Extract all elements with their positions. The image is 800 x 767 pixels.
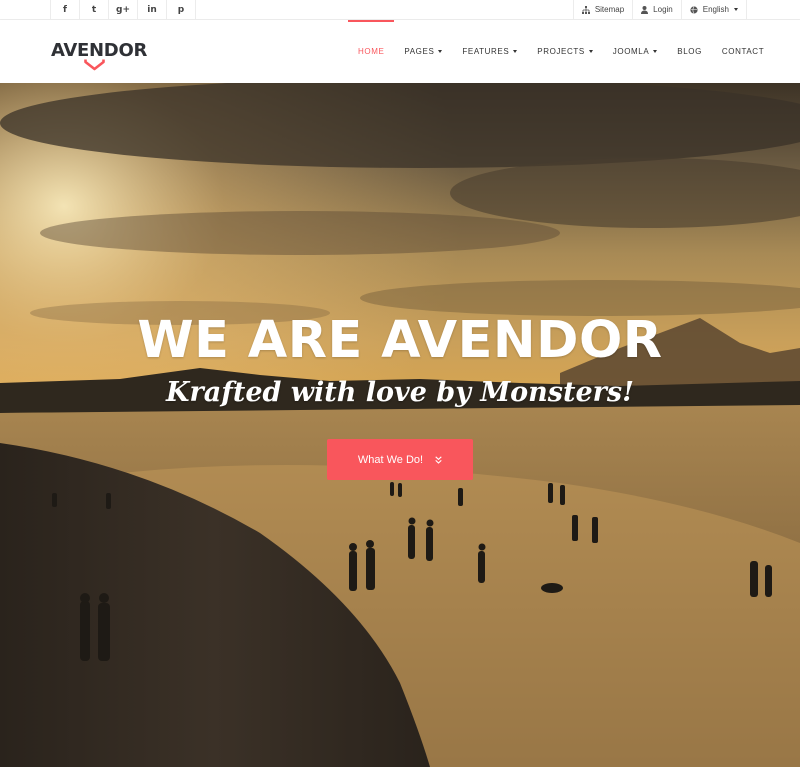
twitter-icon[interactable]: t <box>79 0 108 19</box>
user-icon <box>641 5 649 14</box>
nav-label: HOME <box>358 47 385 56</box>
nav-item-contact[interactable]: CONTACT <box>712 20 774 83</box>
utility-links: Sitemap Login English <box>572 0 747 19</box>
chevron-down-icon <box>734 8 738 11</box>
main-header: AVENDOR HOME PAGES FEATURES PROJECTS JOO… <box>0 20 800 83</box>
double-chevron-down-icon <box>435 455 442 464</box>
sitemap-label: Sitemap <box>594 5 625 14</box>
nav-label: CONTACT <box>721 47 765 56</box>
cta-label: What We Do! <box>357 453 424 466</box>
facebook-icon[interactable]: f <box>50 0 79 19</box>
nav-item-blog[interactable]: BLOG <box>667 20 712 83</box>
nav-label: BLOG <box>677 47 702 56</box>
pinterest-icon[interactable]: p <box>166 0 196 19</box>
hero-section: WE ARE AVENDOR Krafted with love by Mons… <box>0 83 800 767</box>
nav-label: FEATURES <box>462 47 510 56</box>
chevron-down-icon <box>513 50 518 53</box>
language-label: English <box>702 5 729 14</box>
top-bar: f t g+ in p Sitemap Login English <box>0 0 800 20</box>
sitemap-link[interactable]: Sitemap <box>572 0 632 19</box>
nav-item-projects[interactable]: PROJECTS <box>527 20 602 83</box>
chevron-down-icon <box>588 50 593 53</box>
language-selector[interactable]: English <box>680 0 747 19</box>
logo-shield-icon <box>84 59 105 71</box>
login-label: Login <box>653 5 673 14</box>
chevron-down-icon <box>438 50 443 53</box>
nav-item-joomla[interactable]: JOOMLA <box>603 20 668 83</box>
what-we-do-button[interactable]: What We Do! <box>327 439 473 480</box>
site-logo[interactable]: AVENDOR <box>51 39 147 73</box>
nav-item-features[interactable]: FEATURES <box>452 20 527 83</box>
hero-subtitle: Krafted with love by Monsters! <box>166 377 634 408</box>
nav-item-pages[interactable]: PAGES <box>394 20 452 83</box>
main-nav: HOME PAGES FEATURES PROJECTS JOOMLA BLOG… <box>348 20 774 83</box>
nav-label: JOOMLA <box>612 47 650 56</box>
social-links: f t g+ in p <box>50 0 196 19</box>
chevron-down-icon <box>653 50 658 53</box>
google-plus-icon[interactable]: g+ <box>108 0 137 19</box>
globe-icon <box>690 5 698 14</box>
login-link[interactable]: Login <box>632 0 681 19</box>
nav-item-home[interactable]: HOME <box>348 20 395 83</box>
hero-background-image <box>0 83 800 767</box>
sitemap-icon <box>581 5 590 14</box>
linkedin-icon[interactable]: in <box>137 0 166 19</box>
nav-label: PAGES <box>404 47 435 56</box>
nav-label: PROJECTS <box>537 47 585 56</box>
hero-title: WE ARE AVENDOR <box>137 311 663 370</box>
